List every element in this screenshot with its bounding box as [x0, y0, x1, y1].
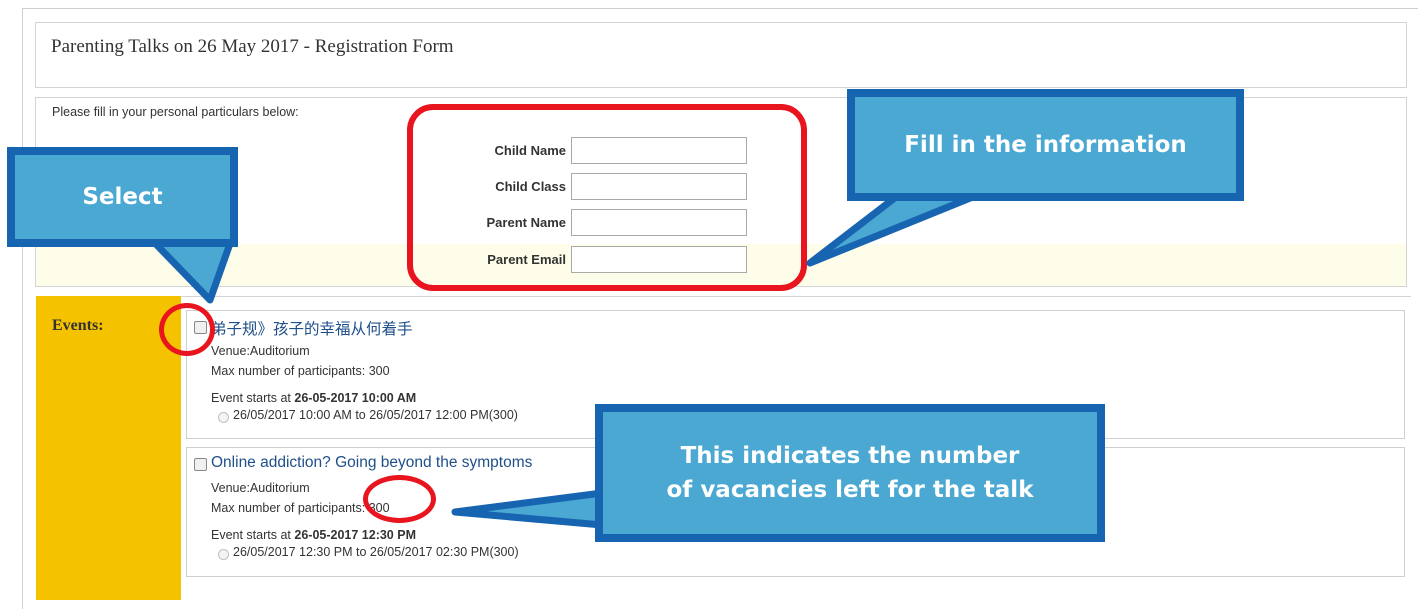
form-title-panel: Parenting Talks on 26 May 2017 - Registr… — [35, 22, 1407, 88]
event-1-venue: Venue:Auditorium — [211, 344, 310, 358]
select-callout: Select — [7, 147, 238, 247]
event-2-slot: 26/05/2017 12:30 PM to 26/05/2017 02:30 … — [233, 545, 519, 559]
event-2-start-value: 26-05-2017 12:30 PM — [294, 528, 416, 542]
fill-info-callout-text: Fill in the information — [904, 132, 1187, 158]
vacancies-callout: This indicates the number of vacancies l… — [595, 404, 1105, 542]
highlight-form-fields — [407, 104, 807, 291]
event-1-start-prefix: Event starts at — [211, 391, 295, 405]
events-label: Events: — [52, 317, 104, 334]
vacancies-callout-line-1: This indicates the number — [680, 442, 1020, 469]
select-callout-text: Select — [82, 184, 163, 210]
event-2-slot-radio[interactable] — [218, 549, 229, 560]
fill-info-callout: Fill in the information — [847, 89, 1244, 201]
events-label-cell: Events: — [36, 296, 181, 600]
event-1-title: 弟子规》孩子的幸福从何着手 — [211, 321, 413, 338]
event-1-max-participants: Max number of participants: 300 — [211, 364, 390, 378]
event-2-title: Online addiction? Going beyond the sympt… — [211, 454, 533, 471]
event-1-start: Event starts at 26-05-2017 10:00 AM — [211, 391, 416, 405]
event-1-slot: 26/05/2017 10:00 AM to 26/05/2017 12:00 … — [233, 408, 518, 422]
vacancies-callout-line-2: of vacancies left for the talk — [666, 477, 1034, 503]
highlight-checkbox-circle — [159, 303, 215, 356]
event-2-venue: Venue:Auditorium — [211, 481, 310, 495]
event-2-start-prefix: Event starts at — [211, 528, 295, 542]
form-title: Parenting Talks on 26 May 2017 - Registr… — [51, 36, 454, 57]
highlight-vacancy-circle — [363, 475, 436, 523]
event-1-slot-radio[interactable] — [218, 412, 229, 423]
event-2-start: Event starts at 26-05-2017 12:30 PM — [211, 528, 416, 542]
instruction-text: Please fill in your personal particulars… — [52, 105, 299, 119]
event-2-checkbox[interactable] — [194, 458, 207, 471]
event-1-start-value: 26-05-2017 10:00 AM — [294, 391, 417, 405]
